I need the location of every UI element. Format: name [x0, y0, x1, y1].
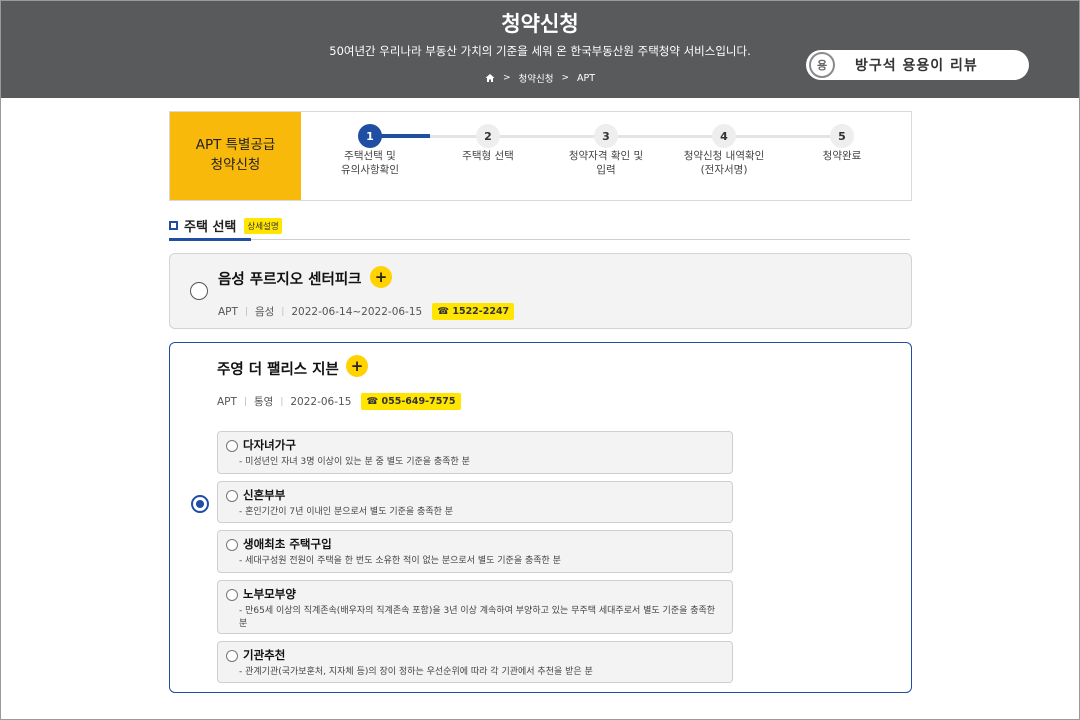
steps-label-line2: 청약신청 [210, 157, 261, 173]
house-region: 통영 [253, 396, 274, 408]
step-5-dot: 5 [830, 124, 854, 148]
option-title: 신혼부부 [243, 488, 286, 502]
breadcrumb-item-apt[interactable]: APT [577, 73, 595, 84]
step-2-label: 주택형 선택 [462, 150, 514, 162]
house-card-1[interactable]: 음성 푸르지오 센터피크 + APT | 음성 | 2022-06-14~202… [169, 253, 912, 329]
step-4-dot: 4 [712, 124, 736, 148]
phone-badge: ☎ 055-649-7575 [361, 393, 461, 410]
progress-steps: APT 특별공급 청약신청 1 주택선택 및 유의사항확인 2 주택형 선택 3 … [169, 111, 912, 201]
section-divider-accent [169, 238, 251, 241]
house-type: APT [217, 395, 237, 408]
section-header: 주택 선택 상세설명 [169, 216, 282, 235]
house-region: 음성 [254, 306, 275, 318]
step-2-dot: 2 [476, 124, 500, 148]
page-title: 청약신청 [501, 12, 579, 36]
supply-option-5[interactable]: 기관추천 - 관계기관(국가보훈처, 지자체 등)의 장이 정하는 우선순위에 … [217, 641, 733, 683]
option-radio[interactable] [226, 650, 238, 662]
house-type: APT [218, 305, 238, 318]
chevron-right-icon: > [502, 73, 511, 83]
chevron-right-icon: > [561, 73, 570, 83]
supply-option-3[interactable]: 생애최초 주택구입 - 세대구성원 전원이 주택을 한 번도 소유한 적이 없는… [217, 530, 733, 573]
step-4-label: 청약신청 내역확인 (전자서명) [683, 150, 765, 177]
detail-button[interactable]: 상세설명 [244, 217, 282, 234]
option-radio[interactable] [226, 589, 238, 601]
option-radio[interactable] [226, 490, 238, 502]
section-divider [169, 239, 910, 240]
watermark-text: 방구석 용용이 리뷰 [855, 58, 978, 74]
step-1-dot: 1 [358, 124, 382, 148]
house-2-meta: APT | 통영 | 2022-06-15 ☎ 055-649-7575 [217, 393, 461, 410]
supply-option-1[interactable]: 다자녀가구 - 미성년인 자녀 3명 이상이 있는 분 중 별도 기준을 충족한… [217, 431, 733, 474]
plus-icon[interactable]: + [370, 266, 392, 288]
option-title: 생애최초 주택구입 [243, 537, 332, 551]
watermark-logo: 용 [809, 52, 835, 78]
option-desc: - 미성년인 자녀 3명 이상이 있는 분 중 별도 기준을 충족한 분 [239, 457, 470, 467]
house-1-radio[interactable] [190, 282, 208, 300]
page-header: 청약신청 50여년간 우리나라 부동산 가치의 기준을 세워 온 한국부동산원 … [0, 0, 1080, 98]
house-1-name: 음성 푸르지오 센터피크 [218, 272, 362, 288]
step-3-label: 청약자격 확인 및 입력 [568, 150, 644, 177]
step-1-label: 주택선택 및 유의사항확인 [341, 150, 399, 177]
section-title: 주택 선택 [184, 220, 237, 235]
house-period: 2022-06-14~2022-06-15 [291, 305, 423, 318]
option-title: 기관추천 [243, 648, 286, 662]
option-desc: - 혼인기간이 7년 이내인 분으로서 별도 기준을 충족한 분 [239, 507, 454, 517]
house-2-radio[interactable] [191, 495, 209, 513]
steps-label: APT 특별공급 청약신청 [170, 112, 301, 200]
option-desc: - 만65세 이상의 직계존속(배우자의 직계존속 포함)을 3년 이상 계속하… [239, 606, 716, 630]
option-desc: - 관계기관(국가보훈처, 지자체 등)의 장이 정하는 우선순위에 따라 각 … [239, 667, 593, 677]
house-period: 2022-06-15 [290, 395, 352, 408]
option-desc: - 세대구성원 전원이 주택을 한 번도 소유한 적이 없는 분으로서 별도 기… [239, 556, 561, 566]
option-radio[interactable] [226, 539, 238, 551]
square-bullet-icon [169, 221, 178, 230]
option-title: 다자녀가구 [243, 438, 296, 452]
house-1-meta: APT | 음성 | 2022-06-14~2022-06-15 ☎ 1522-… [218, 303, 515, 320]
option-radio[interactable] [226, 440, 238, 452]
step-3-dot: 3 [594, 124, 618, 148]
step-5-label: 청약완료 [822, 150, 862, 162]
watermark-badge: 용 방구석 용용이 리뷰 [806, 50, 1029, 80]
breadcrumb-item-apply[interactable]: 청약신청 [519, 71, 554, 85]
supply-option-2[interactable]: 신혼부부 - 혼인기간이 7년 이내인 분으로서 별도 기준을 충족한 분 [217, 481, 733, 523]
steps-label-line1: APT 특별공급 [195, 137, 276, 154]
option-title: 노부모부양 [243, 587, 296, 601]
house-2-name: 주영 더 팰리스 지븐 [217, 362, 339, 378]
plus-icon[interactable]: + [346, 355, 368, 377]
supply-option-4[interactable]: 노부모부양 - 만65세 이상의 직계존속(배우자의 직계존속 포함)을 3년 … [217, 580, 733, 634]
phone-badge: ☎ 1522-2247 [432, 303, 515, 320]
home-icon[interactable] [485, 73, 495, 83]
